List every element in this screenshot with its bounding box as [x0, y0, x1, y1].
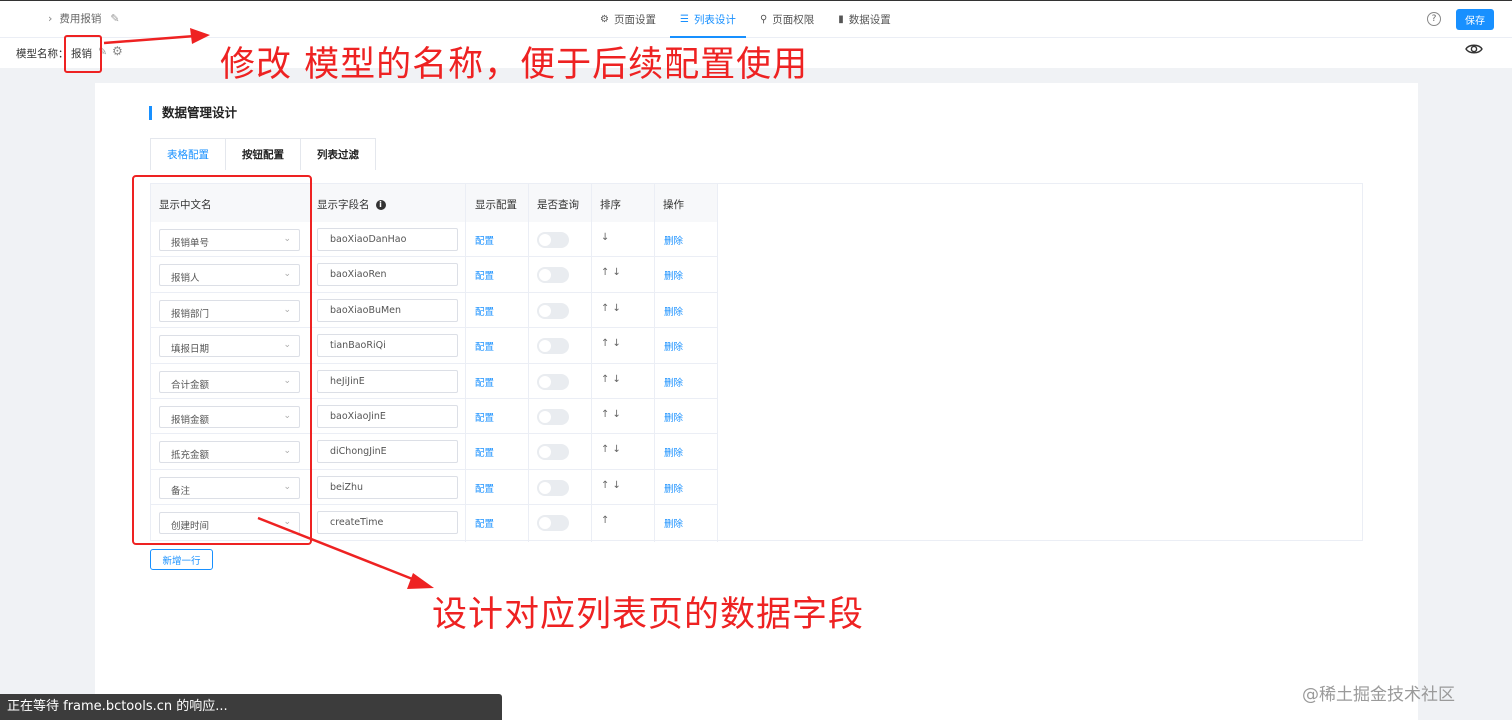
browser-status-bar: 正在等待 frame.bctools.cn 的响应... [0, 694, 502, 720]
annotation-text: 设计对应列表页的数据字段 [432, 595, 865, 635]
annotation-text: 修改 模型的名称，便于后续配置使用 [220, 45, 809, 85]
watermark: @稀土掘金技术社区 [1302, 685, 1455, 705]
